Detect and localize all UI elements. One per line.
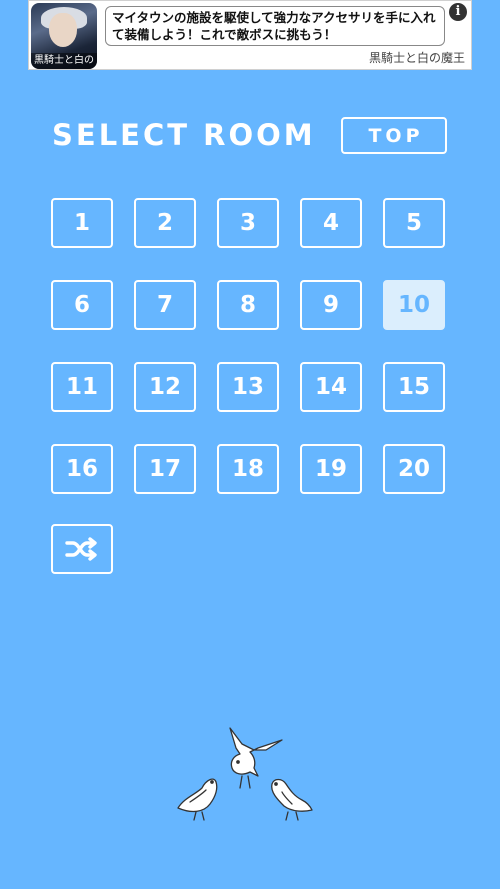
page-title: SELECT ROOM (52, 118, 316, 152)
room-button-2[interactable]: 2 (134, 198, 196, 248)
room-button-15[interactable]: 15 (383, 362, 445, 412)
room-button-20[interactable]: 20 (383, 444, 445, 494)
room-button-10[interactable]: 10 (383, 280, 445, 330)
room-button-3[interactable]: 3 (217, 198, 279, 248)
top-button[interactable]: TOP (341, 117, 447, 154)
room-button-1[interactable]: 1 (51, 198, 113, 248)
right-bird (271, 778, 313, 821)
ad-banner[interactable]: 黒騎士と白の魔王 マイタウンの施設を駆使して強力なアクセサリを手に入れて装備しよ… (28, 0, 472, 70)
left-bird (177, 778, 218, 821)
room-grid: 1 2 3 4 5 6 7 8 9 10 11 12 13 14 15 16 17 18 19 20 (51, 198, 445, 494)
room-button-6[interactable]: 6 (51, 280, 113, 330)
room-button-14[interactable]: 14 (300, 362, 362, 412)
room-button-16[interactable]: 16 (51, 444, 113, 494)
room-button-18[interactable]: 18 (217, 444, 279, 494)
room-button-4[interactable]: 4 (300, 198, 362, 248)
ad-source: 黒騎士と白の魔王 (368, 51, 465, 65)
ad-thumbnail[interactable]: 黒騎士と白の魔王 (31, 3, 97, 69)
room-button-9[interactable]: 9 (300, 280, 362, 330)
room-button-19[interactable]: 19 (300, 444, 362, 494)
ad-text[interactable]: マイタウンの施設を駆使して強力なアクセサリを手に入れて装備しよう！これで敵ボスに… (105, 6, 445, 46)
flying-bird (229, 727, 283, 789)
room-button-13[interactable]: 13 (217, 362, 279, 412)
ad-thumbnail-caption: 黒騎士と白の魔王 (31, 53, 97, 69)
room-button-8[interactable]: 8 (217, 280, 279, 330)
room-button-11[interactable]: 11 (51, 362, 113, 412)
room-button-17[interactable]: 17 (134, 444, 196, 494)
room-button-12[interactable]: 12 (134, 362, 196, 412)
shuffle-icon (65, 537, 97, 561)
room-button-5[interactable]: 5 (383, 198, 445, 248)
birds-illustration (177, 727, 313, 821)
info-icon[interactable]: i (449, 3, 467, 21)
ad-character-face (49, 13, 77, 47)
shuffle-button[interactable] (51, 524, 113, 574)
room-button-7[interactable]: 7 (134, 280, 196, 330)
